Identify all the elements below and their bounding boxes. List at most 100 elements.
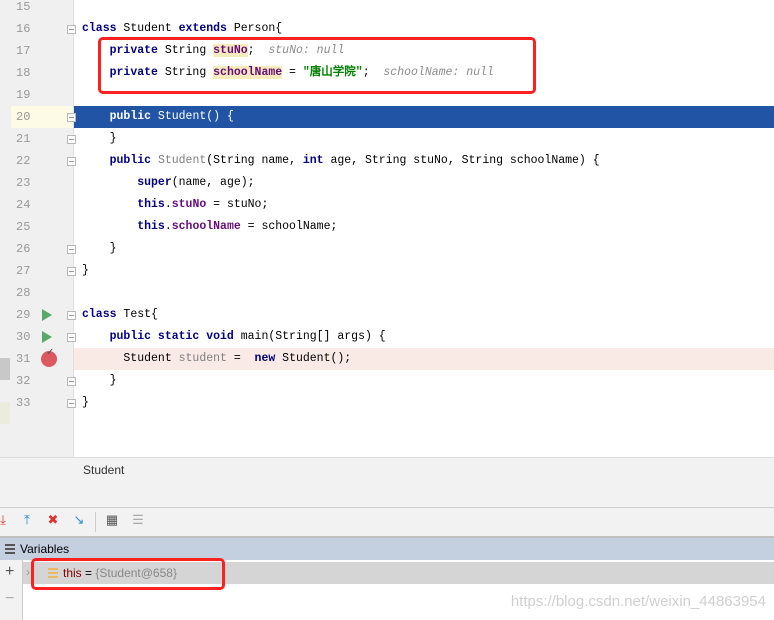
line-number: 17	[16, 44, 31, 58]
list-icon	[5, 544, 15, 546]
breakpoint-icon[interactable]	[41, 347, 57, 367]
panel-divider	[0, 483, 774, 508]
line-number: 19	[16, 88, 31, 102]
line-number: 32	[16, 374, 31, 388]
code-line[interactable]	[74, 0, 774, 18]
code-line[interactable]: this.stuNo = stuNo;	[74, 194, 774, 216]
line-number: 25	[16, 220, 31, 234]
line-number: 26	[16, 242, 31, 256]
run-to-cursor-icon[interactable]: ↘	[70, 512, 88, 528]
line-number: 33	[16, 396, 31, 410]
code-token: Student	[116, 22, 179, 35]
code-token: Student	[82, 352, 179, 365]
code-token: schoolName	[171, 220, 241, 233]
code-token: int	[302, 154, 324, 167]
line-number: 20	[11, 106, 73, 128]
line-number: 15	[16, 0, 31, 14]
line-number: 23	[16, 176, 31, 190]
code-line[interactable]: public static void main(String[] args) {	[74, 326, 774, 348]
line-number: 27	[16, 264, 31, 278]
fold-icon[interactable]	[67, 377, 76, 386]
add-watch-icon[interactable]: +	[5, 563, 14, 581]
evaluate-expression-icon[interactable]: ▦	[103, 512, 121, 528]
code-line[interactable]: }	[74, 238, 774, 260]
code-token: (name, age);	[171, 176, 255, 189]
code-token: extends	[178, 22, 227, 35]
code-token: = schoolName;	[240, 220, 338, 233]
code-token: new	[254, 352, 276, 365]
code-line[interactable]: Student student = new Student();	[74, 348, 774, 370]
run-icon[interactable]	[42, 331, 52, 343]
fold-icon[interactable]	[67, 245, 76, 254]
code-token: main(String[] args) {	[233, 330, 386, 343]
fold-icon[interactable]	[67, 25, 76, 34]
code-line[interactable]: }	[74, 128, 774, 150]
line-number: 28	[16, 286, 31, 300]
code-line[interactable]: }	[74, 392, 774, 414]
remove-watch-icon[interactable]: −	[5, 590, 14, 608]
step-into-icon[interactable]: ⤓	[0, 512, 12, 528]
code-line[interactable]: class Test{	[74, 304, 774, 326]
code-token: class	[82, 22, 117, 35]
code-token: this	[137, 198, 165, 211]
line-number: 21	[16, 132, 31, 146]
line-number: 18	[16, 66, 31, 80]
trace-icon[interactable]: ☰	[129, 512, 147, 528]
toolbar-separator	[95, 512, 96, 532]
fold-icon[interactable]	[67, 399, 76, 408]
highlight-box-fields	[98, 37, 536, 94]
code-token: Person{	[226, 22, 283, 35]
code-line[interactable]: this.schoolName = schoolName;	[74, 216, 774, 238]
breadcrumb-item[interactable]: Student	[83, 463, 124, 477]
code-token: stuNo	[171, 198, 207, 211]
code-token: (String name,	[206, 154, 303, 167]
line-number: 24	[16, 198, 31, 212]
step-out-icon[interactable]: ⤒	[18, 512, 36, 528]
fold-icon[interactable]	[67, 157, 76, 166]
code-token: .	[164, 220, 172, 233]
fold-icon[interactable]	[67, 311, 76, 320]
code-token: }	[82, 132, 117, 145]
fold-icon[interactable]	[67, 333, 76, 342]
code-line[interactable]: }	[74, 370, 774, 392]
line-number: 16	[16, 22, 31, 36]
code-token: }	[82, 264, 89, 277]
fold-icon[interactable]	[67, 113, 76, 122]
code-token: public	[109, 154, 152, 167]
code-token: }	[82, 396, 89, 409]
variables-side-toolbar: + −	[0, 560, 23, 620]
highlight-box-variable	[31, 558, 225, 590]
variables-header: Variables	[0, 538, 774, 560]
drop-frame-icon[interactable]: ✖	[44, 512, 62, 528]
code-token: age, String stuNo, String schoolName) {	[323, 154, 600, 167]
line-number: 22	[16, 154, 31, 168]
code-token: = stuNo;	[206, 198, 269, 211]
code-line[interactable]: super(name, age);	[74, 172, 774, 194]
code-line[interactable]: }	[74, 260, 774, 282]
run-icon[interactable]	[42, 309, 52, 321]
debug-toolbar: ⤓ ⤒ ✖ ↘ ▦ ☰	[0, 508, 774, 538]
code-token: Student	[157, 154, 207, 167]
code-token: }	[82, 242, 117, 255]
code-line[interactable]: public Student(String name, int age, Str…	[74, 150, 774, 172]
breadcrumb-bar: Student	[0, 457, 774, 484]
code-token: .	[164, 198, 172, 211]
code-token: Test{	[116, 308, 158, 321]
code-line[interactable]	[74, 282, 774, 304]
fold-icon[interactable]	[67, 267, 76, 276]
code-token: student	[178, 352, 227, 365]
expand-arrow-icon[interactable]: ›	[26, 565, 30, 579]
code-token: this	[137, 220, 165, 233]
code-token: super	[137, 176, 172, 189]
code-line[interactable]: public Student() {	[74, 106, 774, 128]
code-token: class	[82, 308, 117, 321]
fold-icon[interactable]	[67, 135, 76, 144]
code-token: public	[109, 110, 152, 123]
